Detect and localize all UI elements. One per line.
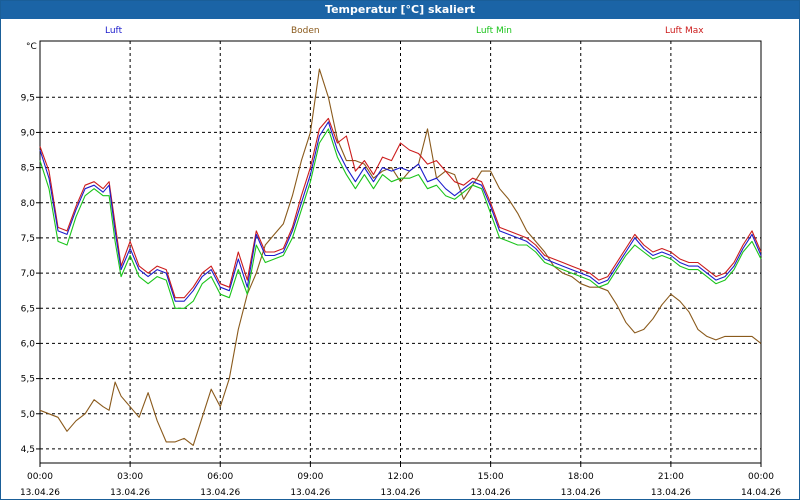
x-tick-time: 12:00	[388, 472, 414, 482]
x-tick-date: 14.04.26	[741, 488, 781, 498]
x-tick-time: 03:00	[117, 472, 143, 482]
x-tick-time: 00:00	[748, 472, 774, 482]
x-tick-date: 13.04.26	[200, 488, 240, 498]
y-tick-label: 9,0	[21, 128, 36, 138]
temperature-chart: 4,5 5,0 5,5 6,0 6,5 7,0 7,5 8,0 8,5 9,0 9,5 °C 00:00…	[20, 40, 781, 498]
y-tick-label: 4,5	[21, 445, 35, 455]
x-tick-time: 21:00	[658, 472, 684, 482]
y-tick-label: 9,5	[21, 93, 35, 103]
x-tick-date: 13.04.26	[561, 488, 601, 498]
x-tick-time: 06:00	[207, 472, 233, 482]
x-tick-time: 09:00	[297, 472, 323, 482]
y-tick-label: 6,5	[21, 304, 35, 314]
x-tick-time: 18:00	[568, 472, 594, 482]
x-tick-date: 13.04.26	[20, 488, 60, 498]
x-tick-time: 00:00	[27, 472, 53, 482]
y-axis-unit: °C	[26, 42, 37, 52]
y-tick-label: 8,0	[21, 199, 36, 209]
x-tick-date: 13.04.26	[380, 488, 420, 498]
x-tick-date: 13.04.26	[110, 488, 150, 498]
y-tick-label: 5,5	[21, 375, 35, 385]
chart-window: Temperatur [°C] skaliert Luft Boden Luft…	[0, 0, 800, 500]
x-tick-time: 15:00	[478, 472, 504, 482]
x-tick-date: 13.04.26	[290, 488, 330, 498]
y-tick-label: 8,5	[21, 164, 35, 174]
y-tick-label: 7,5	[21, 234, 35, 244]
y-tick-label: 6,0	[21, 339, 36, 349]
y-tick-label: 5,0	[21, 410, 36, 420]
x-tick-date: 13.04.26	[471, 488, 511, 498]
y-tick-label: 7,0	[21, 269, 36, 279]
x-tick-date: 13.04.26	[651, 488, 691, 498]
